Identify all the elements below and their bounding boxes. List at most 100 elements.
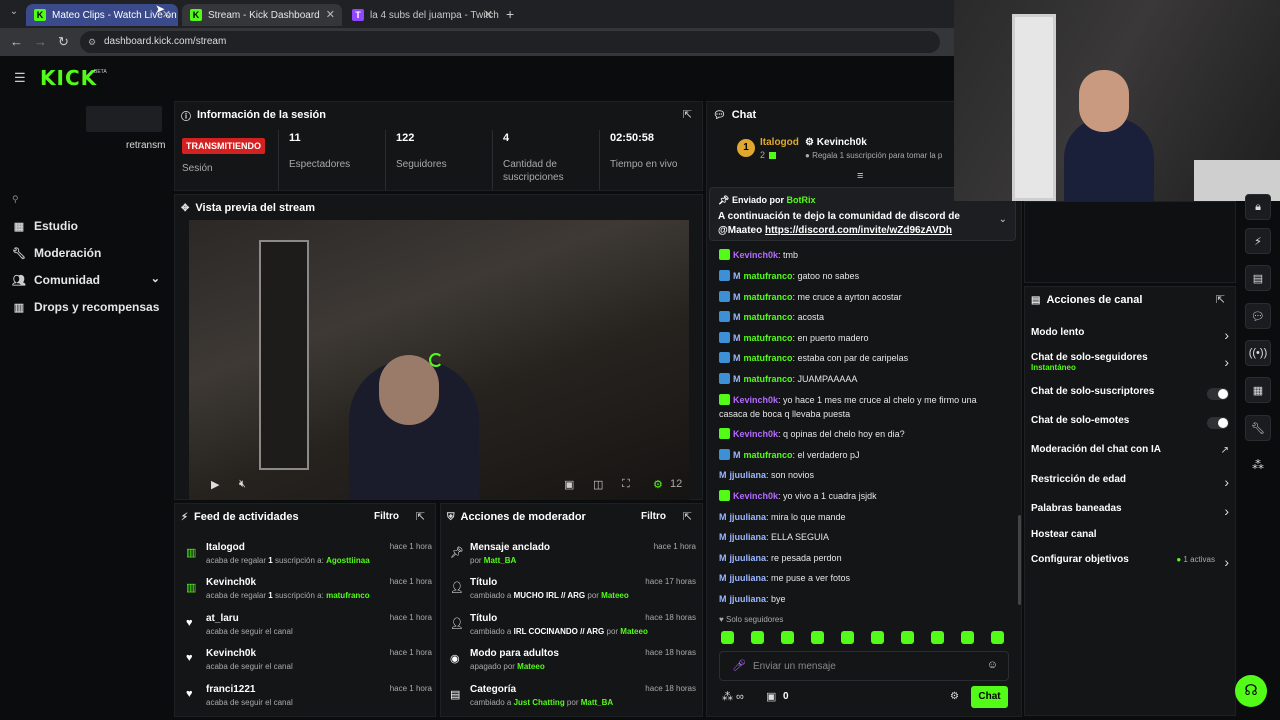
chat-input[interactable]: 🎤︎ Enviar un mensaje ☺ <box>719 651 1009 681</box>
chat-username[interactable]: jjuuliana <box>730 512 767 522</box>
divider <box>278 130 279 190</box>
tab-title: la 4 subs del juampa - Twitch <box>370 9 499 21</box>
emote-icon[interactable] <box>991 631 1004 644</box>
chat-message: Kevinch0k: tmb <box>719 248 798 262</box>
expand-icon[interactable]: ⇱ <box>416 510 425 523</box>
chat-username[interactable]: matufranco <box>744 374 793 384</box>
chat-message: Mmatufranco: acosta <box>719 310 824 324</box>
wrench-icon[interactable]: 🔧︎ <box>1245 415 1271 441</box>
chat-scrollbar[interactable] <box>1018 515 1021 605</box>
emote-icon[interactable] <box>961 631 974 644</box>
layout-icon[interactable]: ▦ <box>1245 377 1271 403</box>
chat-username[interactable]: Kevinch0k <box>733 395 778 405</box>
chat-username[interactable]: jjuuliana <box>730 470 767 480</box>
chat-icon[interactable]: 💬︎ <box>1245 303 1271 329</box>
chat-username[interactable]: jjuuliana <box>730 532 767 542</box>
microphone-icon[interactable]: 🎤︎ <box>732 659 746 672</box>
status-label: Sesión <box>182 163 213 174</box>
feed-item-name: Kevinch0k <box>206 577 257 588</box>
site-info-icon[interactable]: ⚙ <box>88 31 96 53</box>
url-field[interactable]: ⚙ dashboard.kick.com/stream <box>80 31 940 53</box>
video-player[interactable]: ▶ 🔇︎ ▣ ◫ ⛶ ⚙ 12 <box>189 220 689 500</box>
chevron-down-icon[interactable]: ⌄ <box>999 214 1007 225</box>
emote-icon[interactable] <box>871 631 884 644</box>
send-chat-button[interactable]: Chat <box>971 686 1008 708</box>
goals-row[interactable]: Configurar objetivos ● 1 activas › <box>1031 554 1229 576</box>
lock-icon[interactable]: 🔒︎ <box>1245 194 1271 220</box>
expand-icon[interactable]: ⇱ <box>683 510 692 523</box>
fullscreen-icon[interactable]: ⛶ <box>622 478 630 491</box>
slow-mode-row[interactable]: Modo lento › <box>1031 327 1229 349</box>
chat-username[interactable]: matufranco <box>744 312 793 322</box>
expand-icon[interactable]: ⇱ <box>1216 293 1225 306</box>
back-icon[interactable]: ← <box>10 34 23 49</box>
collapse-icon[interactable]: ≡ <box>857 170 863 182</box>
emote-icon[interactable] <box>811 631 824 644</box>
play-icon[interactable]: ▶ <box>211 478 219 491</box>
menu-icon[interactable]: ☰ <box>14 70 26 86</box>
emote-icon[interactable] <box>901 631 914 644</box>
new-tab-icon[interactable]: + <box>506 6 514 22</box>
forward-icon[interactable]: → <box>34 34 47 49</box>
bolt-icon[interactable]: ⚡︎ <box>1245 228 1271 254</box>
users-icon[interactable]: ⁂ <box>1252 458 1264 472</box>
emote-icon[interactable] <box>931 631 944 644</box>
filter-button[interactable]: Filtro <box>374 511 399 522</box>
sidebar-item-moderation[interactable]: 🔧︎ Moderación <box>12 246 101 260</box>
chat-username[interactable]: matufranco <box>744 333 793 343</box>
tab-kick-dashboard[interactable]: K Stream - Kick Dashboard ✕ <box>182 4 342 26</box>
emote-icon[interactable] <box>751 631 764 644</box>
subs-only-toggle[interactable] <box>1207 388 1229 400</box>
host-channel-row[interactable]: Hostear canal <box>1031 529 1229 551</box>
emote-icon[interactable] <box>781 631 794 644</box>
chat-username[interactable]: Kevinch0k <box>733 250 778 260</box>
close-icon[interactable]: ✕ <box>484 8 493 21</box>
broadcast-icon[interactable]: ((•)) <box>1245 340 1271 366</box>
emoji-icon[interactable]: ☺ <box>987 659 998 671</box>
ai-moderation-row[interactable]: Moderación del chat con IA ↗ <box>1031 444 1229 466</box>
document-icon[interactable]: ▤ <box>1245 265 1271 291</box>
followers-only-row[interactable]: Chat de solo-seguidores Instantáneo › <box>1031 352 1229 378</box>
emote-icon[interactable] <box>721 631 734 644</box>
sidebar-item-studio[interactable]: ▦ Estudio <box>12 219 78 233</box>
event-user[interactable]: ⚙ Kevinch0k <box>805 137 867 148</box>
chat-username[interactable]: matufranco <box>744 450 793 460</box>
chat-username[interactable]: matufranco <box>744 292 793 302</box>
reload-icon[interactable]: ↻ <box>58 34 69 50</box>
emotes-only-toggle[interactable] <box>1207 417 1229 429</box>
points-icon[interactable]: ▣ <box>766 690 776 703</box>
chat-users-icon[interactable]: ⁂ ∞ <box>722 690 744 703</box>
chat-username[interactable]: Kevinch0k <box>733 491 778 501</box>
close-icon[interactable]: ✕ <box>326 8 335 21</box>
kick-logo[interactable]: KICK <box>40 66 97 90</box>
theater-icon[interactable]: ▣ <box>564 478 574 491</box>
loading-spinner-icon <box>429 353 443 367</box>
pip-icon[interactable]: ◫ <box>593 478 603 491</box>
chat-text: : me puse a ver fotos <box>766 573 851 584</box>
chat-username[interactable]: jjuuliana <box>730 553 767 563</box>
chat-username[interactable]: Kevinch0k <box>733 429 778 439</box>
sidebar-item-drops[interactable]: ▥ Drops y recompensas <box>12 300 160 314</box>
viewer-count: 12 <box>670 478 683 490</box>
discord-link[interactable]: https://discord.com/invite/wZd96zAVDh <box>765 225 952 236</box>
banned-words-row[interactable]: Palabras baneadas › <box>1031 503 1229 525</box>
support-chat-icon[interactable]: ☊ <box>1235 675 1267 707</box>
mute-icon[interactable]: 🔇︎ <box>239 478 246 491</box>
tab-list-icon[interactable]: ⌄ <box>6 6 22 22</box>
search-icon[interactable]: ⚲ <box>12 194 19 205</box>
chat-username[interactable]: jjuuliana <box>730 573 767 583</box>
expand-icon[interactable]: ⇱ <box>683 108 692 121</box>
chat-username[interactable]: jjuuliana <box>730 594 767 604</box>
chat-settings-icon[interactable]: ⚙ <box>950 691 959 702</box>
tab-twitch[interactable]: T la 4 subs del juampa - Twitch ✕ <box>344 4 500 26</box>
sidebar-dropdown[interactable] <box>86 106 162 132</box>
filter-button[interactable]: Filtro <box>641 511 666 522</box>
sidebar-item-community[interactable]: 👥︎ Comunidad ⌄ <box>12 273 160 287</box>
chat-username[interactable]: matufranco <box>744 271 793 281</box>
settings-icon[interactable]: ⚙ <box>653 478 663 491</box>
chat-username[interactable]: matufranco <box>744 353 793 363</box>
age-restriction-row[interactable]: Restricción de edad › <box>1031 474 1229 496</box>
emote-icon[interactable] <box>841 631 854 644</box>
top-gifter-name[interactable]: Italogod <box>760 137 799 148</box>
feed-item-detail: acaba de seguir el canal <box>206 627 293 636</box>
